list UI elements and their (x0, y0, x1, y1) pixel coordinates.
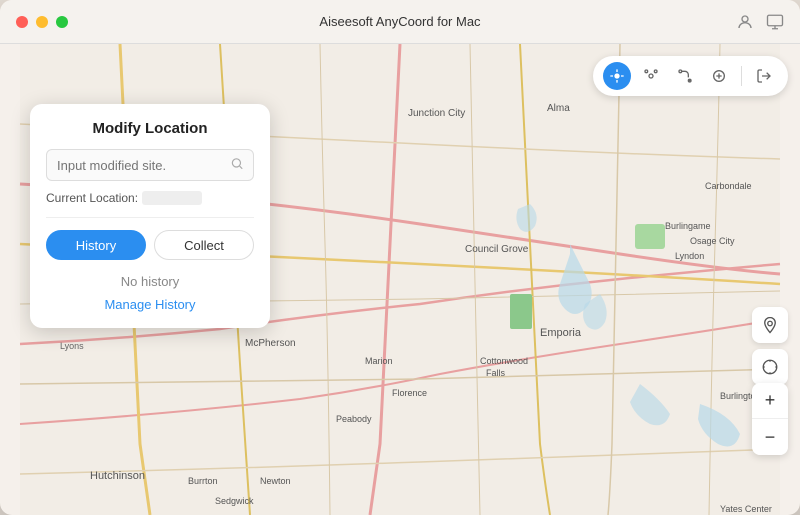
person-icon[interactable] (736, 13, 754, 31)
zoom-out-button[interactable]: − (752, 419, 788, 455)
history-tab[interactable]: History (46, 230, 146, 260)
dot-mode-button[interactable] (637, 62, 665, 90)
svg-text:Council Grove: Council Grove (465, 244, 529, 255)
monitor-icon[interactable] (766, 13, 784, 31)
svg-text:Hutchinson: Hutchinson (90, 470, 145, 482)
locate-button[interactable] (603, 62, 631, 90)
titlebar-actions (736, 13, 784, 31)
titlebar: Aiseesoft AnyCoord for Mac (0, 0, 800, 44)
compass-button[interactable] (752, 349, 788, 385)
svg-text:Lyndon: Lyndon (675, 251, 704, 261)
map-zoom-controls: + − (752, 383, 788, 455)
svg-text:Newton: Newton (260, 476, 291, 486)
minimize-button[interactable] (36, 16, 48, 28)
svg-text:Carbondale: Carbondale (705, 181, 752, 191)
manage-history-link[interactable]: Manage History (46, 297, 254, 312)
svg-text:Osage City: Osage City (690, 236, 735, 246)
svg-text:Lyons: Lyons (60, 341, 84, 351)
svg-text:Yates Center: Yates Center (720, 504, 772, 514)
panel-title: Modify Location (46, 120, 254, 137)
svg-text:Marion: Marion (365, 356, 393, 366)
svg-text:Burlingame: Burlingame (665, 221, 711, 231)
search-icon (230, 157, 244, 174)
svg-text:Burrton: Burrton (188, 476, 218, 486)
svg-text:Sedgwick: Sedgwick (215, 496, 254, 506)
current-location-row: Current Location: (46, 191, 254, 218)
close-button[interactable] (16, 16, 28, 28)
map-container[interactable]: Junction City Alma Abilene Carbondale Bu… (0, 44, 800, 515)
export-button[interactable] (750, 62, 778, 90)
svg-text:Junction City: Junction City (408, 108, 465, 119)
search-wrapper (46, 149, 254, 181)
window-title: Aiseesoft AnyCoord for Mac (319, 14, 480, 29)
toolbar-separator (741, 66, 742, 86)
no-history-text: No history (46, 274, 254, 289)
search-input[interactable] (46, 149, 254, 181)
svg-text:Emporia: Emporia (540, 327, 582, 339)
route-button[interactable] (671, 62, 699, 90)
app-window: Aiseesoft AnyCoord for Mac (0, 0, 800, 515)
current-location-label: Current Location: (46, 191, 138, 205)
current-location-value (142, 191, 202, 205)
svg-text:Alma: Alma (547, 103, 570, 114)
tab-buttons: History Collect (46, 230, 254, 260)
map-side-controls (752, 307, 788, 385)
zoom-in-button[interactable]: + (752, 383, 788, 419)
svg-text:Falls: Falls (486, 368, 506, 378)
collect-tab[interactable]: Collect (154, 230, 254, 260)
svg-text:Florence: Florence (392, 388, 427, 398)
map-toolbar (593, 56, 788, 96)
svg-text:Cottonwood: Cottonwood (480, 356, 528, 366)
traffic-lights (16, 16, 68, 28)
joystick-button[interactable] (705, 62, 733, 90)
location-pin-button[interactable] (752, 307, 788, 343)
maximize-button[interactable] (56, 16, 68, 28)
svg-text:Peabody: Peabody (336, 414, 372, 424)
svg-text:McPherson: McPherson (245, 338, 296, 349)
modify-location-panel: Modify Location Current Location: Histor… (30, 104, 270, 328)
